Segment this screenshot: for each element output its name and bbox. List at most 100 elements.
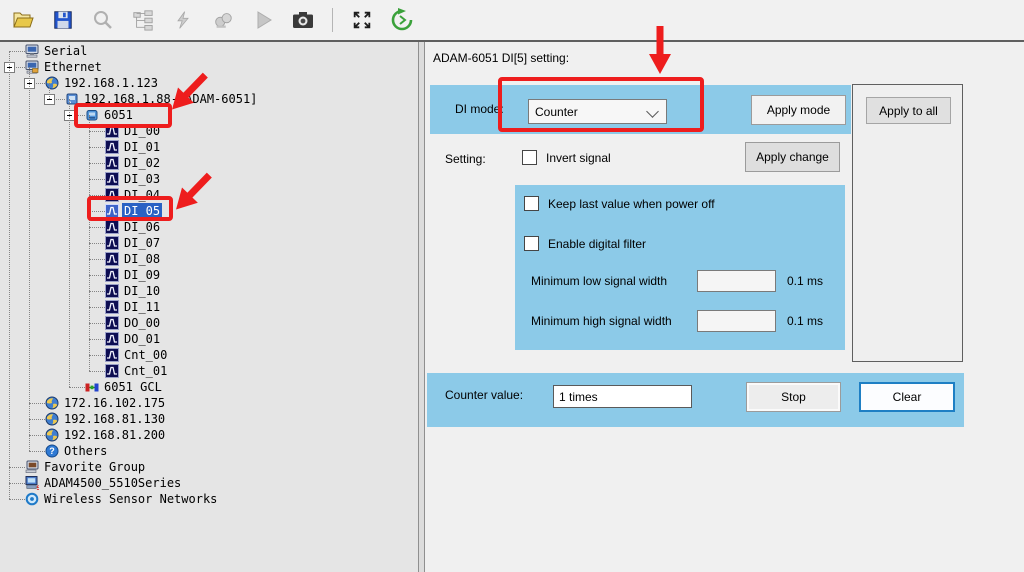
wireless-icon	[25, 492, 39, 506]
tree-item-label[interactable]: DI_08	[122, 251, 162, 267]
tree-item-di-04[interactable]: DI_04	[0, 187, 418, 203]
tree-connector-line	[89, 179, 105, 181]
tree-item-label[interactable]: 6051 GCL	[102, 379, 164, 395]
tree-item-ethernet[interactable]: Ethernet	[0, 59, 418, 75]
tree-item-label[interactable]: DI_10	[122, 283, 162, 299]
enable-digital-filter-checkbox[interactable]	[524, 236, 539, 251]
search-icon[interactable]	[90, 7, 116, 33]
camera-icon[interactable]	[290, 7, 316, 33]
page-title: ADAM-6051 DI[5] setting:	[433, 51, 569, 65]
tree-item-192-168-81-130[interactable]: 192.168.81.130	[0, 411, 418, 427]
invert-signal-checkbox[interactable]	[522, 150, 537, 165]
tree-item-di-03[interactable]: DI_03	[0, 171, 418, 187]
clear-button[interactable]: Clear	[859, 382, 955, 412]
tree-item-label[interactable]: DI_05	[122, 203, 162, 219]
tree-connector-line	[9, 51, 25, 53]
tree-item-label[interactable]: DI_04	[122, 187, 162, 203]
apply-to-all-button[interactable]: Apply to all	[866, 97, 951, 124]
tree-item-6051[interactable]: 6051	[0, 107, 418, 123]
panel-splitter[interactable]	[418, 42, 425, 572]
tree-item-label[interactable]: DI_00	[122, 123, 162, 139]
tree-item-favorite-group[interactable]: Favorite Group	[0, 459, 418, 475]
tree-item-label[interactable]: DI_07	[122, 235, 162, 251]
tree-item-serial[interactable]: Serial	[0, 43, 418, 59]
apply-mode-button[interactable]: Apply mode	[751, 95, 846, 125]
tree-item-di-08[interactable]: DI_08	[0, 251, 418, 267]
toolbar	[0, 0, 1024, 40]
di-mode-label: DI mode:	[455, 102, 504, 116]
tree-connector-line	[89, 259, 105, 261]
tree-item-6051-gcl[interactable]: 6051 GCL	[0, 379, 418, 395]
tree-item-label[interactable]: ADAM4500_5510Series	[42, 475, 183, 491]
tree-item-label[interactable]: 192.168.81.130	[62, 411, 167, 427]
tree-item-label[interactable]: DI_03	[122, 171, 162, 187]
tree-item-label[interactable]: DI_09	[122, 267, 162, 283]
tree-connector-line	[89, 355, 105, 357]
tree-connector-line	[89, 243, 105, 245]
tree-item-label[interactable]: Cnt_01	[122, 363, 169, 379]
tree-item-label[interactable]: DI_02	[122, 155, 162, 171]
globe-icon	[45, 396, 59, 410]
tree-item-others[interactable]: ?Others	[0, 443, 418, 459]
tree-item-di-05[interactable]: DI_05	[0, 203, 418, 219]
tree-item-label[interactable]: 192.168.1.88-[ADAM-6051]	[82, 91, 259, 107]
tree-connector-line	[89, 307, 105, 309]
refresh-icon[interactable]	[389, 7, 415, 33]
tree-item-do-00[interactable]: DO_00	[0, 315, 418, 331]
tree-item-label[interactable]: 172.16.102.175	[62, 395, 167, 411]
tree-item-label[interactable]: DO_00	[122, 315, 162, 331]
min-low-width-input[interactable]	[697, 270, 776, 292]
tree-item-label[interactable]: DO_01	[122, 331, 162, 347]
apply-change-button[interactable]: Apply change	[745, 142, 840, 172]
tree-item-di-02[interactable]: DI_02	[0, 155, 418, 171]
tree-item-label[interactable]: Cnt_00	[122, 347, 169, 363]
keep-last-value-label: Keep last value when power off	[548, 197, 715, 211]
tree-item-cnt-00[interactable]: Cnt_00	[0, 347, 418, 363]
tree-item-label[interactable]: 192.168.81.200	[62, 427, 167, 443]
tree-item-di-01[interactable]: DI_01	[0, 139, 418, 155]
di-channel-icon	[105, 124, 119, 138]
tree-item-di-00[interactable]: DI_00	[0, 123, 418, 139]
topology-icon[interactable]	[130, 7, 156, 33]
tree-item-di-11[interactable]: DI_11	[0, 299, 418, 315]
tree-item-label[interactable]: Others	[62, 443, 109, 459]
di-channel-icon	[105, 172, 119, 186]
min-low-width-label: Minimum low signal width	[531, 274, 667, 288]
tree-item-label[interactable]: Wireless Sensor Networks	[42, 491, 219, 507]
tree-item-label[interactable]: Ethernet	[42, 59, 104, 75]
counter-value-input[interactable]	[553, 385, 692, 408]
tree-item-do-01[interactable]: DO_01	[0, 331, 418, 347]
tree-item-label[interactable]: DI_06	[122, 219, 162, 235]
tree-item-label[interactable]: Serial	[42, 43, 89, 59]
tree-item-wireless-sensor-networks[interactable]: Wireless Sensor Networks	[0, 491, 418, 507]
lightning-icon[interactable]	[170, 7, 196, 33]
tree-item-192-168-1-88-adam-6051[interactable]: 192.168.1.88-[ADAM-6051]	[0, 91, 418, 107]
min-high-width-input[interactable]	[697, 310, 776, 332]
tree-item-adam4500-5510series[interactable]: 5ADAM4500_5510Series	[0, 475, 418, 491]
tree-item-172-16-102-175[interactable]: 172.16.102.175	[0, 395, 418, 411]
tree-item-di-10[interactable]: DI_10	[0, 283, 418, 299]
tree-item-192-168-1-123[interactable]: 192.168.1.123	[0, 75, 418, 91]
tree-item-di-06[interactable]: DI_06	[0, 219, 418, 235]
counter-value-row: Counter value: Stop Clear	[427, 373, 964, 427]
tree-item-di-07[interactable]: DI_07	[0, 235, 418, 251]
tree-item-192-168-81-200[interactable]: 192.168.81.200	[0, 427, 418, 443]
tree-connector-line	[29, 419, 45, 421]
fullscreen-icon[interactable]	[349, 7, 375, 33]
tree-item-label[interactable]: DI_11	[122, 299, 162, 315]
tree-item-label[interactable]: 6051	[102, 107, 135, 123]
play-icon[interactable]	[250, 7, 276, 33]
di-mode-select[interactable]: Counter	[528, 99, 667, 124]
tree-item-cnt-01[interactable]: Cnt_01	[0, 363, 418, 379]
tree-item-label[interactable]: DI_01	[122, 139, 162, 155]
save-icon[interactable]	[50, 7, 76, 33]
terminal-icon[interactable]	[210, 7, 236, 33]
tree-item-di-09[interactable]: DI_09	[0, 267, 418, 283]
tree-item-label[interactable]: Favorite Group	[42, 459, 147, 475]
keep-last-value-checkbox[interactable]	[524, 196, 539, 211]
stop-button[interactable]: Stop	[746, 382, 841, 412]
tree-item-label[interactable]: 192.168.1.123	[62, 75, 160, 91]
di-channel-icon	[105, 188, 119, 202]
gcl-icon	[85, 380, 99, 394]
open-icon[interactable]	[10, 7, 36, 33]
